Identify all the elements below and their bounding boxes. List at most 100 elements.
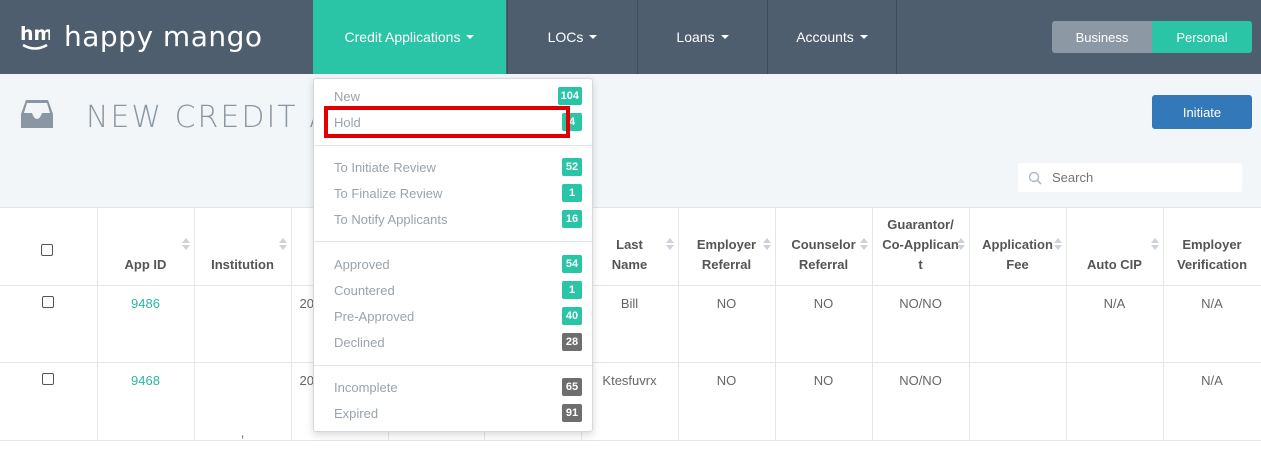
menu-item-to-initiate-review[interactable]: To Initiate Review 52 — [334, 157, 582, 177]
count-badge: 1 — [562, 184, 582, 202]
app-id-link[interactable]: 9486 — [97, 285, 195, 363]
counselor-referral-cell: NO — [775, 362, 873, 441]
counselor-referral-header-label-1: Counselor — [791, 236, 856, 252]
business-personal-toggle: Business Personal — [1052, 21, 1252, 53]
sort-icon[interactable] — [859, 238, 868, 252]
column-header-app-id[interactable]: App ID — [97, 208, 195, 286]
menu-item-approved[interactable]: Approved 54 — [334, 254, 582, 274]
column-header-guarantor[interactable]: Guarantor/Co-Applican t — [872, 208, 970, 286]
sort-icon[interactable] — [665, 238, 674, 252]
brand-logo[interactable]: hm happy mango — [20, 20, 263, 53]
sort-icon[interactable] — [1053, 238, 1062, 252]
employer-referral-cell: NO — [678, 285, 776, 363]
toggle-personal-button[interactable]: Personal — [1152, 21, 1252, 53]
column-header-auto-cip[interactable]: Auto CIP — [1066, 208, 1164, 286]
menu-item-label: New — [334, 88, 361, 104]
initiate-button[interactable]: Initiate — [1152, 95, 1252, 129]
guarantor-header-label-2: Co-Applican — [882, 236, 959, 252]
select-all-checkbox[interactable] — [41, 244, 53, 256]
guarantor-cell: NO/NO — [872, 362, 970, 441]
applications-table: App ID Institution Last Name Employer Refe… — [0, 207, 1261, 453]
sort-icon[interactable] — [956, 238, 965, 252]
svg-text:hm: hm — [20, 23, 50, 45]
count-badge: 52 — [562, 158, 582, 176]
menu-item-label: To Finalize Review — [334, 185, 443, 201]
nav-locs[interactable]: LOCs — [507, 0, 637, 74]
hold-item-highlight-box — [324, 106, 570, 138]
institution-cell — [194, 285, 292, 363]
counselor-referral-cell: NO — [775, 285, 873, 363]
count-badge: 65 — [562, 378, 582, 396]
application-fee-header-label-1: Application — [982, 236, 1053, 252]
count-badge: 54 — [562, 255, 582, 273]
institution-header-label: Institution — [211, 256, 274, 272]
column-header-last-name[interactable]: Last Name — [581, 208, 679, 286]
search-input[interactable] — [1052, 170, 1222, 185]
nav-credit-applications-label: Credit Applications — [344, 29, 461, 45]
column-header-employer-referral[interactable]: Employer Referral — [678, 208, 776, 286]
menu-item-incomplete[interactable]: Incomplete 65 — [334, 377, 582, 397]
app-id-header-label: App ID — [124, 256, 167, 272]
menu-item-label: Approved — [334, 256, 390, 272]
sort-icon[interactable] — [1150, 238, 1159, 252]
menu-item-to-notify-applicants[interactable]: To Notify Applicants 16 — [334, 209, 582, 229]
menu-item-expired[interactable]: Expired 91 — [334, 403, 582, 423]
column-header-application-fee[interactable]: Application Fee — [969, 208, 1067, 286]
counselor-referral-header-label-2: Referral — [798, 256, 849, 272]
auto-cip-header-label: Auto CIP — [1087, 256, 1142, 272]
employer-verification-cell: N/A — [1163, 285, 1261, 363]
menu-item-label: Expired — [334, 405, 379, 421]
application-fee-cell — [969, 362, 1067, 441]
table-header-row: App ID Institution Last Name Employer Refe… — [0, 208, 1261, 286]
toggle-business-button[interactable]: Business — [1052, 21, 1152, 53]
column-header-counselor-referral[interactable]: Counselor Referral — [775, 208, 873, 286]
search-box — [1018, 163, 1242, 192]
menu-item-label: To Initiate Review — [334, 159, 436, 175]
menu-item-label: Pre-Approved — [334, 308, 415, 324]
count-badge: 16 — [562, 210, 582, 228]
nav-accounts-label: Accounts — [796, 29, 854, 45]
application-fee-cell — [969, 285, 1067, 363]
application-fee-header-label-2: Fee — [1006, 256, 1029, 272]
employer-referral-header-label-2: Referral — [701, 256, 752, 272]
app-id-link[interactable]: 9468 — [97, 362, 195, 441]
menu-divider — [314, 145, 592, 146]
nav-loans[interactable]: Loans — [637, 0, 767, 74]
menu-item-pre-approved[interactable]: Pre-Approved 40 — [334, 306, 582, 326]
column-header-employer-verification[interactable]: Employer Verification — [1163, 208, 1261, 286]
last-name-header-label-1: Last — [616, 236, 643, 252]
menu-item-label: Countered — [334, 282, 395, 298]
sort-icon[interactable] — [278, 238, 287, 252]
menu-divider — [314, 241, 592, 242]
last-name-cell: Ktesfuvrx — [581, 362, 679, 441]
row-select-cell — [0, 362, 98, 441]
sort-icon[interactable] — [181, 238, 190, 252]
nav-locs-label: LOCs — [547, 29, 584, 45]
chevron-down-icon — [720, 35, 729, 39]
column-header-institution[interactable]: Institution — [194, 208, 292, 286]
menu-item-new[interactable]: New 104 — [334, 86, 582, 106]
happy-mango-logo-icon: hm — [20, 23, 50, 50]
employer-referral-cell: NO — [678, 362, 776, 441]
row-checkbox[interactable] — [42, 295, 55, 308]
menu-item-countered[interactable]: Countered 1 — [334, 280, 582, 300]
menu-item-declined[interactable]: Declined 28 — [334, 332, 582, 352]
nav-accounts[interactable]: Accounts — [767, 0, 897, 74]
sort-icon[interactable] — [762, 238, 771, 252]
nav-credit-applications[interactable]: Credit Applications — [313, 0, 506, 74]
page-title: NEW CREDIT A — [86, 100, 332, 135]
menu-item-to-finalize-review[interactable]: To Finalize Review 1 — [334, 183, 582, 203]
row-select-cell — [0, 285, 98, 363]
employer-verification-cell: N/A — [1163, 362, 1261, 441]
table-row: 9468 , 20 Ktesfuvrx NO NO NO/NO N/A — [0, 362, 1261, 441]
employer-verification-header-label-1: Employer — [1182, 236, 1242, 252]
menu-item-label: To Notify Applicants — [334, 211, 448, 227]
row-checkbox[interactable] — [42, 372, 55, 385]
auto-cip-cell: N/A — [1066, 285, 1164, 363]
select-all-header — [0, 208, 98, 286]
chevron-down-icon — [859, 35, 868, 39]
count-badge: 104 — [557, 87, 582, 105]
auto-cip-cell — [1066, 362, 1164, 441]
count-badge: 40 — [562, 307, 582, 325]
guarantor-header-label-3: t — [918, 256, 923, 272]
